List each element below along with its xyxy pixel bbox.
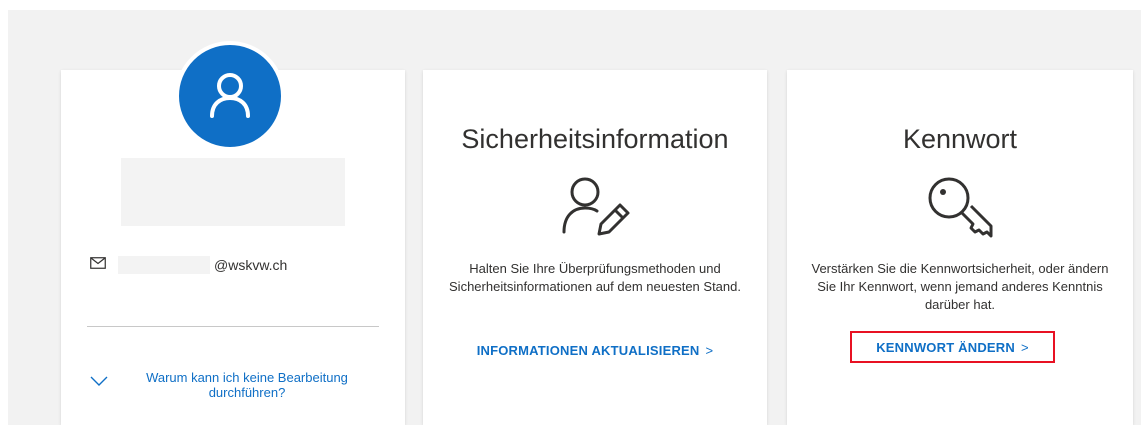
- change-password-link[interactable]: KENNWORT ÄNDERN >: [876, 340, 1029, 355]
- password-description: Verstärken Sie die Kennwortsicherheit, o…: [811, 261, 1109, 312]
- security-info-title: Sicherheitsinformation: [461, 124, 729, 154]
- person-icon: [210, 73, 250, 118]
- email-user-redacted: [118, 256, 210, 274]
- password-card: Kennwort Verstärken Sie die Kennwortsich…: [787, 70, 1133, 425]
- security-info-description: Halten Sie Ihre Überprüfungsmethoden und…: [449, 261, 741, 294]
- update-info-label: INFORMATIONEN AKTUALISIEREN: [476, 343, 700, 358]
- why-cant-edit-link[interactable]: Warum kann ich keine Bearbeitung durchfü…: [88, 368, 388, 402]
- update-info-link[interactable]: INFORMATIONEN AKTUALISIEREN >: [423, 343, 767, 358]
- display-name-redacted: [121, 158, 345, 226]
- chevron-right-icon: >: [1020, 339, 1029, 355]
- security-info-card: Sicherheitsinformation Halten Sie Ihre Ü…: [423, 70, 767, 425]
- person-edit-icon: [562, 177, 630, 236]
- profile-divider: [87, 326, 379, 327]
- chevron-down-icon: [90, 376, 108, 386]
- avatar: [175, 41, 285, 151]
- email-domain: @wskvw.ch: [214, 257, 288, 273]
- mail-icon: [90, 257, 106, 269]
- chevron-right-icon: >: [705, 343, 714, 358]
- password-title: Kennwort: [902, 124, 1018, 154]
- email-row: @wskvw.ch: [90, 256, 350, 274]
- change-password-highlight: KENNWORT ÄNDERN >: [850, 331, 1055, 363]
- change-password-label: KENNWORT ÄNDERN: [876, 339, 1015, 355]
- key-icon: [928, 177, 993, 238]
- why-cant-edit-text: Warum kann ich keine Bearbeitung durchfü…: [146, 370, 348, 400]
